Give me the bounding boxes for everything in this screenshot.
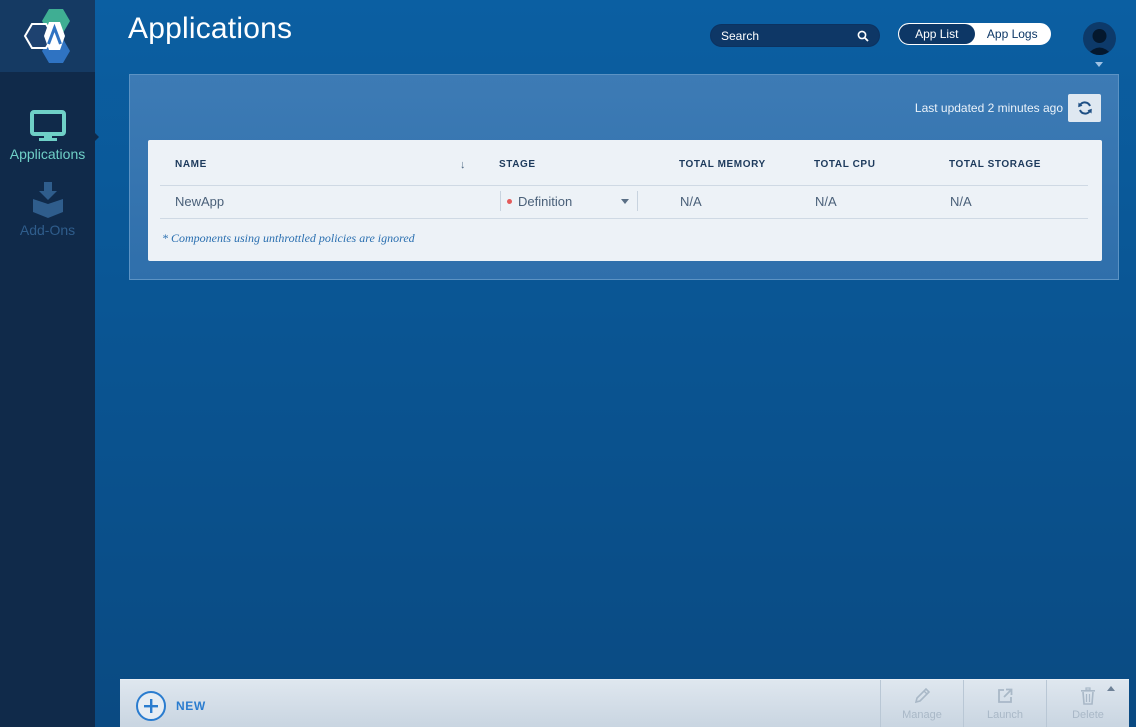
last-updated-text: Last updated 2 minutes ago: [914, 101, 1063, 115]
applications-panel: Last updated 2 minutes ago NAME ↓ STAGE …: [129, 74, 1119, 280]
bottom-toolbar: NEW Manage Launch Delete: [120, 679, 1129, 727]
launch-button[interactable]: Launch: [963, 680, 1046, 727]
active-caret: [94, 132, 99, 142]
pencil-icon: [914, 687, 931, 704]
new-button[interactable]: NEW: [136, 691, 206, 721]
sort-arrow-icon[interactable]: ↓: [460, 159, 466, 171]
launch-label: Launch: [986, 709, 1024, 721]
sidebar: Applications Add-Ons: [0, 0, 99, 727]
sidebar-item-label: Add-Ons: [19, 222, 76, 238]
monitor-icon: [29, 110, 66, 141]
divider: [160, 218, 1088, 219]
memory-cell: N/A: [680, 194, 702, 209]
applications-table: NAME ↓ STAGE TOTAL MEMORY TOTAL CPU TOTA…: [148, 140, 1102, 261]
delete-button[interactable]: Delete: [1046, 680, 1129, 727]
sidebar-item-add-ons[interactable]: Add-Ons: [0, 182, 95, 238]
stage-select[interactable]: Definition: [500, 191, 638, 211]
refresh-button[interactable]: [1068, 94, 1101, 122]
avatar[interactable]: [1083, 22, 1116, 55]
box-download-icon: [32, 182, 63, 218]
search-box[interactable]: [710, 24, 880, 47]
status-dot: [507, 198, 512, 204]
search-icon[interactable]: [857, 30, 869, 42]
column-header-total-memory[interactable]: TOTAL MEMORY: [679, 159, 766, 170]
footnote: * Components using unthrottled policies …: [162, 231, 415, 245]
view-toggle[interactable]: App List App Logs: [898, 23, 1051, 45]
cpu-cell: N/A: [815, 194, 837, 209]
column-header-total-cpu[interactable]: TOTAL CPU: [814, 159, 876, 170]
page-title: Applications: [128, 12, 293, 45]
trash-icon: [1081, 687, 1095, 705]
tab-app-logs[interactable]: App Logs: [975, 24, 1051, 44]
stage-value: Definition: [518, 193, 573, 209]
column-header-stage[interactable]: STAGE: [499, 159, 536, 170]
manage-button[interactable]: Manage: [880, 680, 963, 727]
app-name-cell[interactable]: NewApp: [175, 194, 224, 209]
manage-label: Manage: [902, 709, 942, 721]
chevron-down-icon[interactable]: [1095, 62, 1103, 67]
search-input[interactable]: [721, 28, 851, 43]
divider: [160, 185, 1088, 186]
user-icon: [1087, 29, 1112, 55]
sidebar-item-applications[interactable]: Applications: [0, 110, 99, 162]
plus-icon: [136, 691, 166, 721]
storage-cell: N/A: [950, 194, 972, 209]
refresh-icon: [1077, 101, 1092, 115]
logo[interactable]: [0, 0, 95, 72]
delete-label: Delete: [1072, 709, 1104, 721]
new-button-label: NEW: [176, 699, 206, 713]
column-header-name[interactable]: NAME: [175, 159, 207, 170]
chevron-down-icon: [621, 198, 629, 204]
column-header-total-storage[interactable]: TOTAL STORAGE: [949, 159, 1041, 170]
external-link-icon: [998, 688, 1013, 703]
tab-app-list[interactable]: App List: [899, 24, 975, 44]
chevron-up-icon[interactable]: [1107, 686, 1115, 691]
sidebar-item-label: Applications: [9, 146, 86, 162]
hexagon-logo-icon: [23, 9, 70, 63]
